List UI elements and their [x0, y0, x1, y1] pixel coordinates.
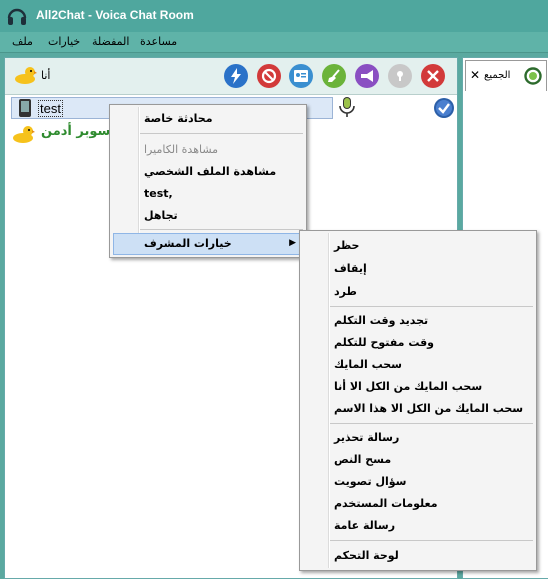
- menu-user-info[interactable]: معلومات المستخدم: [334, 497, 438, 510]
- tools-icon: [427, 70, 439, 82]
- menu-private-chat[interactable]: محادثة خاصة: [144, 112, 213, 125]
- lightning-button[interactable]: [224, 64, 248, 88]
- menu-ignore[interactable]: تجاهل: [144, 209, 178, 222]
- keyhole-icon: [397, 71, 403, 81]
- menu-poll-question[interactable]: سؤال تصويت: [334, 475, 407, 488]
- profile-card-button[interactable]: [289, 64, 313, 88]
- admin-submenu: حظر إيقاف طرد تجديد وقت التكلم وقت مفتوح…: [299, 230, 537, 571]
- lock-button[interactable]: [388, 64, 412, 88]
- clear-button[interactable]: [322, 64, 346, 88]
- headphones-icon: [7, 8, 27, 25]
- window-title: All2Chat - Voica Chat Room: [36, 8, 194, 22]
- chevron-right-icon: ▶: [289, 238, 296, 248]
- duck-icon: [15, 67, 37, 84]
- menu-take-mic-all-but-me[interactable]: سحب المايك من الكل الا أنا: [334, 380, 482, 393]
- duck-icon: [13, 126, 35, 143]
- menu-open-talk-time[interactable]: وقت مفتوح للتكلم: [334, 336, 434, 349]
- menu-warning-message[interactable]: رسالة تحذير: [334, 431, 399, 444]
- menu-bar: ملف خيارات المفضلة مساعدة: [0, 32, 548, 53]
- menu-favorites[interactable]: المفضلة: [92, 35, 129, 48]
- menu-mention-user[interactable]: test,: [144, 187, 173, 200]
- menu-view-profile[interactable]: مشاهدة الملف الشخصي: [144, 165, 276, 178]
- menu-take-mic-all-but-user[interactable]: سحب المايك من الكل الا هذا الاسم: [334, 402, 523, 415]
- forbidden-icon: [261, 68, 277, 84]
- menu-public-message[interactable]: رسالة عامة: [334, 519, 395, 532]
- chat-bubble-icon: [524, 67, 542, 85]
- tab-label: الجميع: [484, 70, 511, 81]
- menu-take-mic[interactable]: سحب المايك: [334, 358, 402, 371]
- broom-icon: [328, 69, 340, 82]
- megaphone-icon: [361, 70, 373, 82]
- verified-check-icon: [434, 98, 454, 118]
- mobile-phone-icon: [19, 99, 31, 117]
- id-card-icon: [294, 70, 308, 82]
- menu-control-panel[interactable]: لوحة التحكم: [334, 549, 399, 562]
- menu-clear-text[interactable]: مسح النص: [334, 453, 391, 466]
- menu-ban[interactable]: حظر: [334, 239, 360, 252]
- toolbar: أنا: [5, 58, 457, 95]
- menu-suspend[interactable]: إيقاف: [334, 262, 367, 275]
- microphone-icon: [339, 97, 355, 117]
- title-bar: All2Chat - Voica Chat Room: [0, 0, 548, 32]
- me-label: أنا: [41, 69, 51, 82]
- announce-button[interactable]: [355, 64, 379, 88]
- menu-admin-options[interactable]: خيارات المشرف: [144, 237, 232, 250]
- menu-options[interactable]: خيارات: [48, 35, 80, 48]
- lightning-icon: [231, 68, 241, 84]
- menu-view-camera: مشاهدة الكاميرا: [144, 143, 219, 156]
- user-context-menu: محادثة خاصة مشاهدة الكاميرا مشاهدة الملف…: [109, 104, 307, 258]
- menu-renew-talk-time[interactable]: تجديد وقت التكلم: [334, 314, 428, 327]
- tab-all[interactable]: ✕ الجميع: [465, 60, 547, 91]
- user-name: سوبر أدمن: [41, 124, 111, 139]
- menu-kick[interactable]: طرد: [334, 285, 357, 298]
- menu-help[interactable]: مساعدة: [140, 35, 177, 48]
- user-name: test: [38, 100, 63, 117]
- settings-button[interactable]: [421, 64, 445, 88]
- block-button[interactable]: [257, 64, 281, 88]
- menu-file[interactable]: ملف: [12, 35, 33, 48]
- close-icon[interactable]: ✕: [470, 68, 480, 82]
